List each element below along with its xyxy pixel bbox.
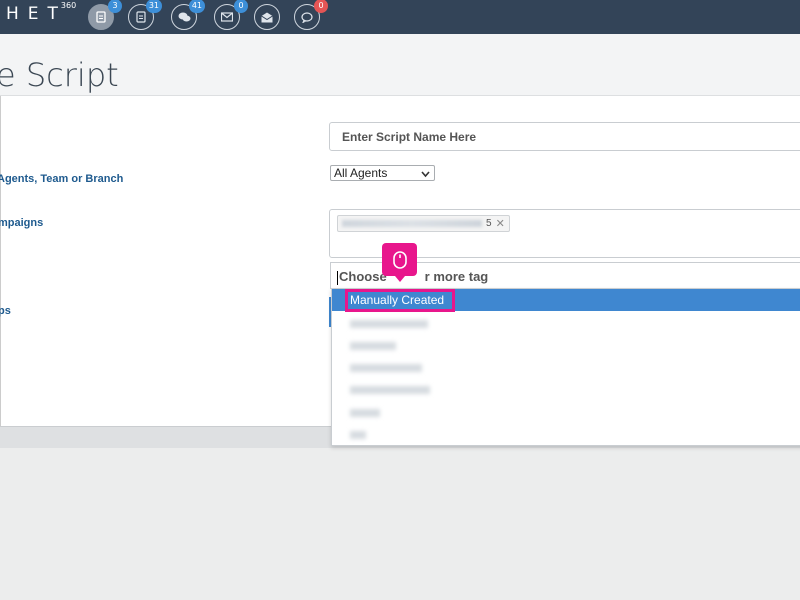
chat-badge: 41 (188, 0, 205, 13)
remove-chip-icon[interactable]: ✕ (496, 217, 505, 230)
scripts-badge: 3 (108, 0, 122, 13)
list-item[interactable] (332, 423, 800, 445)
list-item[interactable] (332, 334, 800, 356)
list-item[interactable] (332, 401, 800, 423)
redacted-text (350, 363, 422, 372)
text-caret (337, 270, 338, 285)
mouse-click-icon (382, 243, 417, 282)
agent-select-value: All Agents (334, 166, 388, 180)
script-name-input[interactable] (329, 122, 800, 151)
selection-highlight (345, 289, 455, 312)
mail-badge: 0 (234, 0, 248, 13)
redacted-text (350, 430, 366, 439)
agent-select[interactable]: All Agents (330, 165, 435, 181)
comments-icon[interactable]: 0 (294, 0, 328, 30)
comments-badge: 0 (314, 0, 328, 13)
redacted-text (350, 319, 428, 328)
list-item[interactable] (332, 378, 800, 400)
app-logo[interactable]: HET360 (6, 1, 82, 24)
campaign-chip-suffix: 5 (486, 218, 492, 229)
redacted-text (350, 385, 430, 394)
mail-icon[interactable]: 0 (214, 0, 248, 30)
top-navigation-bar: HET360 3 31 41 0 0 (0, 0, 800, 34)
page-title: e Script (0, 56, 119, 94)
campaigns-label: mpaigns (0, 217, 44, 229)
page-header: e Script (0, 34, 800, 96)
logo-superscript: 360 (60, 1, 77, 11)
list-item[interactable] (332, 356, 800, 378)
scripts-icon[interactable]: 3 (88, 0, 122, 30)
inbox-icon[interactable] (254, 4, 280, 30)
reports-icon[interactable]: 31 (128, 0, 162, 30)
campaign-chip[interactable]: 5 ✕ (337, 215, 510, 232)
redacted-text (350, 408, 380, 417)
logo-text: HET (6, 4, 67, 24)
tags-label: ps (0, 305, 11, 317)
redacted-text (350, 341, 396, 350)
list-item[interactable] (332, 312, 800, 334)
redacted-text (342, 220, 482, 227)
tag-placeholder-end: r more tag (424, 269, 489, 284)
reports-badge: 31 (145, 0, 162, 13)
agents-label: Agents, Team or Branch (0, 173, 124, 185)
tag-placeholder-start: Choose (339, 269, 387, 284)
chat-icon[interactable]: 41 (171, 0, 205, 30)
chevron-down-icon (421, 166, 430, 183)
